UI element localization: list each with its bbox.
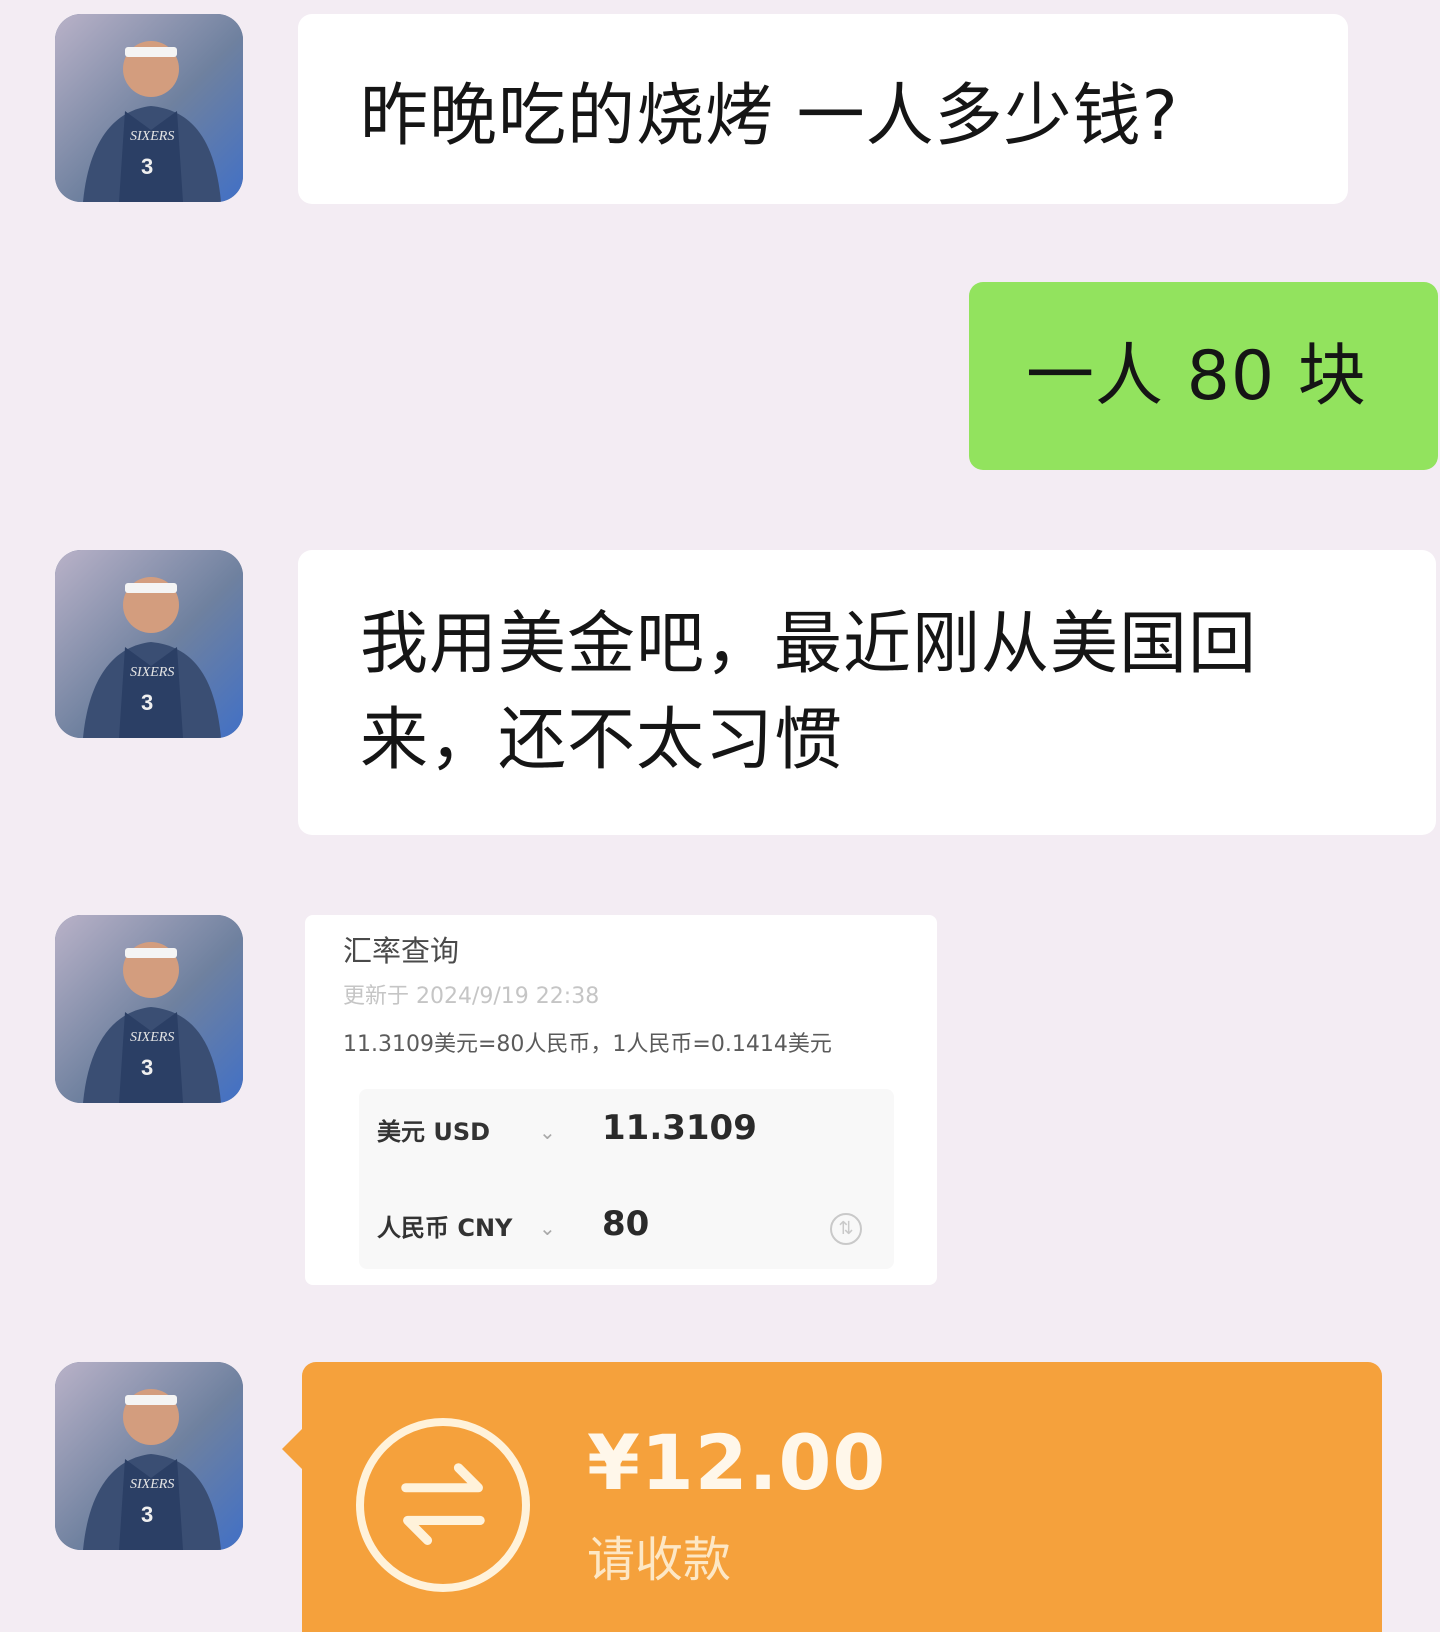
chevron-down-icon[interactable]: ⌄	[539, 1120, 556, 1144]
swap-icon[interactable]: ⇅	[830, 1213, 862, 1245]
contact-avatar[interactable]: SIXERS 3	[55, 915, 243, 1103]
svg-text:3: 3	[141, 1055, 153, 1080]
svg-text:SIXERS: SIXERS	[130, 129, 174, 144]
currency-value-cny: 80	[602, 1204, 650, 1244]
player-avatar-image: SIXERS 3	[55, 1362, 243, 1550]
player-avatar-image: SIXERS 3	[55, 14, 243, 202]
message-text: 一人 80 块	[1026, 337, 1367, 416]
transfer-status-label: 请收款	[587, 1532, 732, 1588]
contact-avatar[interactable]: SIXERS 3	[55, 14, 243, 202]
svg-text:3: 3	[141, 1502, 153, 1527]
exchange-card-title: 汇率查询	[343, 934, 460, 968]
message-text: 昨晚吃的烧烤 一人多少钱?	[360, 77, 1179, 156]
exchange-rate-card[interactable]: 汇率查询 更新于 2024/9/19 22:38 11.3109美元=80人民币…	[305, 915, 937, 1285]
currency-converter-panel: 美元 USD ⌄ 11.3109 人民币 CNY ⌄ 80 ⇅	[359, 1089, 894, 1269]
transfer-icon	[356, 1418, 530, 1592]
transfer-card[interactable]: ¥12.00 请收款	[302, 1362, 1382, 1632]
player-avatar-image: SIXERS 3	[55, 550, 243, 738]
svg-text:SIXERS: SIXERS	[130, 1030, 174, 1045]
currency-row-usd: 美元 USD ⌄ 11.3109	[359, 1089, 894, 1149]
player-avatar-image: SIXERS 3	[55, 915, 243, 1103]
svg-text:SIXERS: SIXERS	[130, 1477, 174, 1492]
exchange-update-time: 更新于 2024/9/19 22:38	[343, 984, 600, 1009]
message-bubble-incoming[interactable]: 昨晚吃的烧烤 一人多少钱?	[298, 14, 1348, 204]
currency-value-usd: 11.3109	[602, 1108, 757, 1148]
message-bubble-outgoing[interactable]: 一人 80 块	[969, 282, 1438, 470]
svg-text:SIXERS: SIXERS	[130, 665, 174, 680]
svg-text:3: 3	[141, 154, 153, 179]
contact-avatar[interactable]: SIXERS 3	[55, 1362, 243, 1550]
currency-select-cny[interactable]: 人民币 CNY	[377, 1213, 512, 1243]
transfer-amount: ¥12.00	[587, 1418, 887, 1507]
currency-select-usd[interactable]: 美元 USD	[377, 1117, 490, 1147]
message-text: 我用美金吧，最近刚从美国回来，还不太习惯	[360, 605, 1258, 780]
currency-row-cny: 人民币 CNY ⌄ 80	[359, 1185, 894, 1245]
chat-thread: SIXERS 3 昨晚吃的烧烤 一人多少钱? 一人 80 块 SIXERS 3	[0, 0, 1440, 1632]
chevron-down-icon[interactable]: ⌄	[539, 1216, 556, 1240]
svg-text:3: 3	[141, 690, 153, 715]
contact-avatar[interactable]: SIXERS 3	[55, 550, 243, 738]
exchange-rate-summary: 11.3109美元=80人民币，1人民币=0.1414美元	[343, 1032, 832, 1057]
message-bubble-incoming[interactable]: 我用美金吧，最近刚从美国回来，还不太习惯	[298, 550, 1436, 835]
